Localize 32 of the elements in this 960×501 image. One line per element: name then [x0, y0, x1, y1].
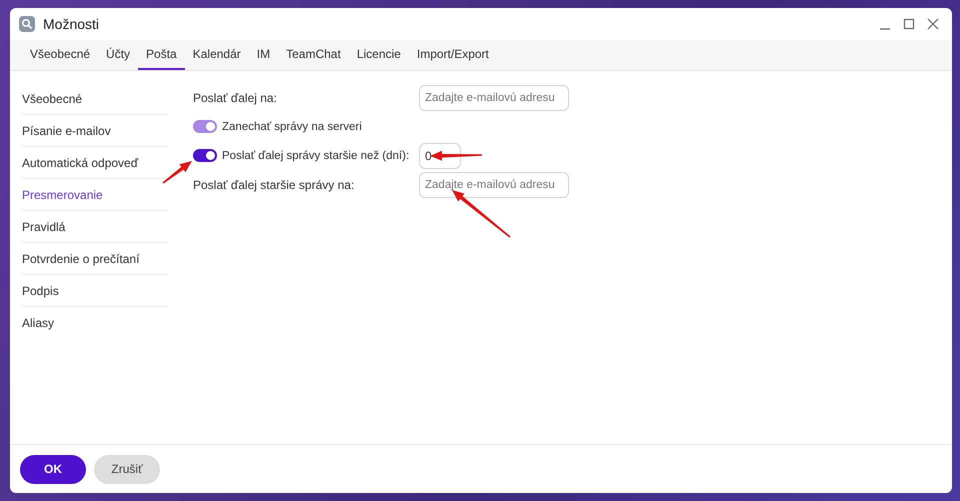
- sidebar-item[interactable]: Automatická odpoveď: [22, 147, 167, 179]
- sidebar-item[interactable]: Presmerovanie: [22, 179, 167, 211]
- sidebar-item[interactable]: Všeobecné: [22, 83, 167, 115]
- field-label: Poslať ďalej na:: [193, 90, 278, 104]
- ok-button[interactable]: OK: [20, 454, 86, 484]
- sidebar-item[interactable]: Pravidlá: [22, 211, 167, 243]
- sidebar-item[interactable]: Podpis: [22, 275, 167, 307]
- tab[interactable]: TeamChat: [278, 40, 349, 70]
- annotation-arrow: [452, 190, 510, 238]
- sidebar-item[interactable]: Aliasy: [22, 307, 167, 339]
- tab[interactable]: Import/Export: [408, 40, 497, 70]
- toggle-switch[interactable]: [193, 149, 217, 162]
- annotation-arrow: [430, 150, 482, 161]
- toggle-label: Poslať ďalej správy staršie než (dní):: [222, 150, 410, 162]
- days-field[interactable]: 0: [419, 142, 461, 168]
- email-field[interactable]: Zadajte e-mailovú adresu: [419, 84, 569, 110]
- close-icon[interactable]: [927, 18, 939, 30]
- maximize-icon[interactable]: [903, 18, 915, 30]
- field-label: Poslať ďalej staršie správy na:: [193, 178, 356, 192]
- tab[interactable]: Kalendár: [184, 40, 249, 70]
- window-title: Možnosti: [43, 16, 100, 32]
- sidebar-item[interactable]: Písanie e-mailov: [22, 115, 167, 147]
- tab[interactable]: Pošta: [138, 40, 185, 70]
- tab[interactable]: Účty: [98, 40, 138, 70]
- email-field[interactable]: Zadajte e-mailovú adresu: [419, 172, 569, 198]
- sidebar-item[interactable]: Potvrdenie o prečítaní: [22, 243, 167, 275]
- toggle-label: Zanechať správy na serveri: [222, 120, 362, 132]
- tab[interactable]: Všeobecné: [22, 40, 98, 70]
- tab[interactable]: IM: [248, 40, 278, 70]
- tab[interactable]: Licencie: [348, 40, 409, 70]
- annotation-arrow: [162, 161, 192, 184]
- cancel-button[interactable]: Zrušiť: [94, 454, 160, 484]
